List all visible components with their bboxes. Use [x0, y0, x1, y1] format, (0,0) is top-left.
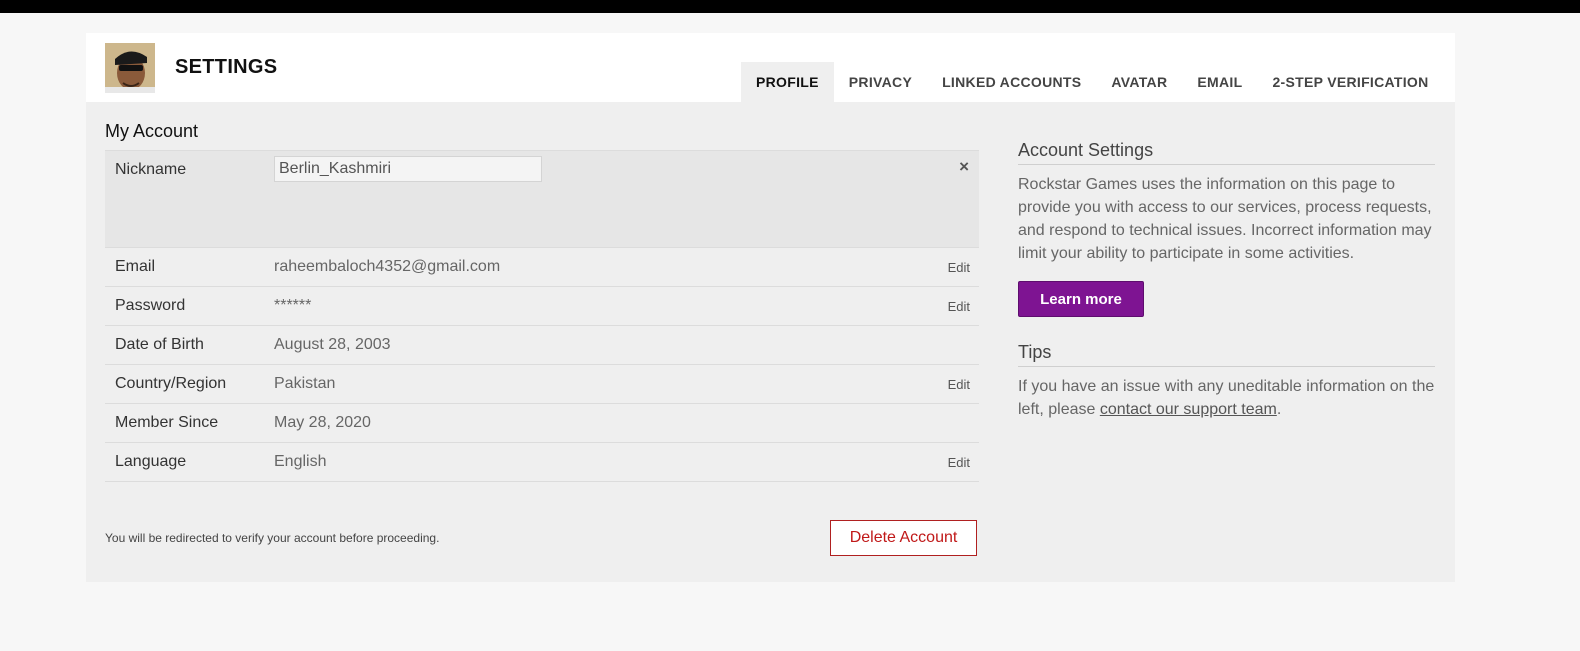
email-value: raheembaloch4352@gmail.com — [274, 258, 501, 275]
nickname-input[interactable] — [274, 156, 542, 182]
password-edit-link[interactable]: Edit — [948, 299, 970, 314]
redirect-note: You will be redirected to verify your ac… — [105, 531, 440, 545]
member-since-label: Member Since — [115, 414, 219, 431]
country-region-row: Country/Region Pakistan Edit — [105, 365, 979, 404]
settings-panel: SETTINGS PROFILE PRIVACY LINKED ACCOUNTS… — [86, 33, 1455, 582]
language-value: English — [274, 453, 327, 470]
email-label: Email — [115, 258, 156, 275]
tab-linked-accounts[interactable]: LINKED ACCOUNTS — [927, 62, 1096, 102]
email-row: Email raheembaloch4352@gmail.com Edit — [105, 248, 979, 287]
tab-email[interactable]: EMAIL — [1182, 62, 1257, 102]
account-settings-text: Rockstar Games uses the information on t… — [1018, 176, 1432, 262]
date-of-birth-row: Date of Birth August 28, 2003 — [105, 326, 979, 365]
country-region-edit-link[interactable]: Edit — [948, 377, 970, 392]
tab-2-step-verification[interactable]: 2-STEP VERIFICATION — [1257, 62, 1443, 102]
tab-privacy[interactable]: PRIVACY — [834, 62, 927, 102]
my-account-heading: My Account — [105, 121, 199, 141]
date-of-birth-label: Date of Birth — [115, 336, 204, 353]
password-label: Password — [115, 297, 186, 314]
top-black-bar — [0, 0, 1580, 13]
nickname-label: Nickname — [115, 161, 187, 178]
settings-header: SETTINGS PROFILE PRIVACY LINKED ACCOUNTS… — [86, 33, 1455, 102]
avatar-image — [105, 43, 155, 93]
learn-more-button[interactable]: Learn more — [1018, 281, 1144, 317]
tips-title: Tips — [1018, 342, 1435, 367]
contact-support-link[interactable]: contact our support team — [1100, 401, 1277, 418]
nickname-row: Nickname × — [105, 150, 979, 248]
tips-text: If you have an issue with any uneditable… — [1018, 375, 1435, 421]
settings-tabs: PROFILE PRIVACY LINKED ACCOUNTS AVATAR E… — [741, 62, 1444, 102]
date-of-birth-value: August 28, 2003 — [274, 336, 391, 353]
password-value: ****** — [274, 297, 312, 314]
password-row: Password ****** Edit — [105, 287, 979, 326]
language-label: Language — [115, 453, 187, 470]
tab-profile[interactable]: PROFILE — [741, 62, 834, 102]
email-edit-link[interactable]: Edit — [948, 260, 970, 275]
language-row: Language English Edit — [105, 443, 979, 482]
close-icon[interactable]: × — [959, 157, 969, 177]
account-table: Nickname × Email raheembaloch4352@gmail.… — [105, 150, 979, 482]
account-settings-title: Account Settings — [1018, 140, 1435, 165]
country-region-label: Country/Region — [115, 375, 227, 392]
member-since-row: Member Since May 28, 2020 — [105, 404, 979, 443]
language-edit-link[interactable]: Edit — [948, 455, 970, 470]
country-region-value: Pakistan — [274, 375, 336, 392]
delete-account-button[interactable]: Delete Account — [830, 520, 977, 556]
page-title: SETTINGS — [175, 56, 278, 78]
member-since-value: May 28, 2020 — [274, 414, 371, 431]
tab-avatar[interactable]: AVATAR — [1096, 62, 1182, 102]
tips-text-after: . — [1276, 401, 1282, 418]
avatar[interactable] — [105, 43, 155, 93]
sidebar: Account Settings Rockstar Games uses the… — [1018, 140, 1435, 421]
